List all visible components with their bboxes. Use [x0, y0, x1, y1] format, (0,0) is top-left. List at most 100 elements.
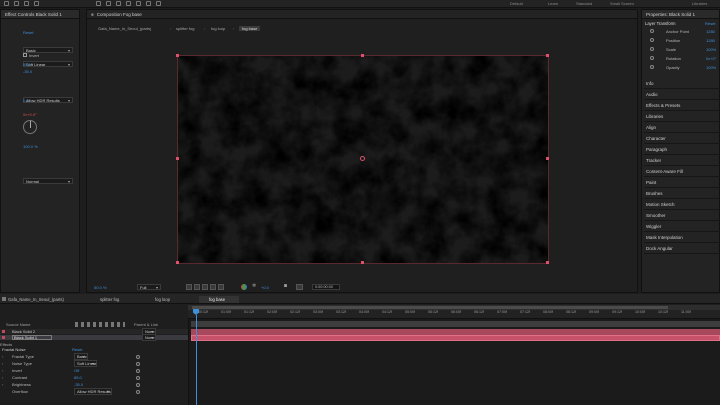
opacity-value[interactable]: 100.0 %	[23, 144, 38, 149]
transform-handle[interactable]	[546, 157, 549, 160]
prop-value[interactable]: Off	[74, 368, 79, 373]
transform-reset-link[interactable]: Reset	[705, 21, 715, 26]
grid-guides-icon[interactable]	[210, 284, 216, 290]
timeline-tab-main[interactable]: Gafa_Name_In_Seoul_(parts)	[8, 297, 64, 302]
label-color-icon[interactable]	[2, 336, 5, 339]
brush-tool-icon[interactable]	[116, 1, 121, 6]
link-icon[interactable]	[136, 390, 140, 394]
layer-name[interactable]: Black Solid 2	[12, 329, 35, 334]
panel-motion-sketch[interactable]: Motion Sketch	[644, 199, 720, 210]
chevron-right-icon[interactable]: ›	[2, 361, 3, 366]
timeline-tab-fog-base[interactable]: fog base	[209, 297, 225, 302]
effect-controls-tab[interactable]: Effect Controls Black Solid 1	[1, 10, 79, 19]
panel-smoother[interactable]: Smoother	[644, 210, 720, 221]
link-icon[interactable]	[136, 362, 140, 366]
breadcrumb-fog-base[interactable]: fog base	[239, 26, 261, 31]
stopwatch-icon[interactable]	[650, 56, 654, 60]
chevron-right-icon[interactable]: ›	[2, 368, 3, 373]
transparency-grid-icon[interactable]	[194, 284, 200, 290]
color-channel-icon[interactable]	[241, 284, 247, 290]
panel-character[interactable]: Character	[644, 133, 720, 144]
properties-tab[interactable]: Properties: Black Solid 1	[642, 10, 719, 19]
panel-info[interactable]: Info	[644, 78, 720, 89]
chevron-right-icon[interactable]: ›	[2, 382, 3, 387]
scale-value[interactable]: 0.3	[23, 98, 29, 103]
prop-value[interactable]: 85.0	[74, 375, 82, 380]
puppet-tool-icon[interactable]	[156, 1, 161, 6]
panel-tracker[interactable]: Tracker	[644, 155, 720, 166]
workspace-standard[interactable]: Standard	[576, 1, 592, 6]
breadcrumb-main-comp[interactable]: Gafa_Name_In_Seoul_(parts)	[98, 26, 151, 31]
transform-handle[interactable]	[546, 54, 549, 57]
text-tool-icon[interactable]	[106, 1, 111, 6]
parent-dropdown[interactable]: None	[142, 334, 156, 341]
transform-handle[interactable]	[176, 261, 179, 264]
scale-value[interactable]: 100%	[706, 47, 716, 52]
work-area-range[interactable]	[192, 306, 668, 309]
chevron-right-icon[interactable]: ›	[2, 375, 3, 380]
stopwatch-icon[interactable]	[650, 29, 654, 33]
hand-tool-icon[interactable]	[24, 1, 29, 6]
stopwatch-icon[interactable]	[650, 65, 654, 69]
label-color-icon[interactable]	[2, 330, 5, 333]
playhead-line[interactable]	[195, 315, 197, 405]
layer-bar-black-solid-1[interactable]	[191, 335, 720, 341]
eraser-tool-icon[interactable]	[136, 1, 141, 6]
anchor-point-icon[interactable]	[360, 156, 365, 161]
opacity-value[interactable]: 100%	[706, 65, 716, 70]
panel-mask-interpolation[interactable]: Mask Interpolation	[644, 232, 720, 243]
timeline-tab-splitter-fog[interactable]: splitter fog	[100, 297, 119, 302]
transform-handle[interactable]	[176, 54, 179, 57]
chevron-right-icon[interactable]: ›	[2, 354, 3, 359]
panel-audio[interactable]: Audio	[644, 89, 720, 100]
blending-mode-dropdown[interactable]: Normal	[23, 178, 73, 184]
workspace-learn[interactable]: Learn	[548, 1, 558, 6]
exposure-icon[interactable]: ✲	[252, 283, 256, 289]
anchor-point-value[interactable]: 1280	[706, 29, 715, 34]
snapshot-icon[interactable]: ◙	[284, 283, 287, 289]
zoom-tool-icon[interactable]	[34, 1, 39, 6]
workspace-default[interactable]: Default	[510, 1, 523, 6]
layer-switches-icon[interactable]	[75, 322, 125, 327]
rotation-value[interactable]: 0x+0°	[706, 56, 716, 61]
show-snapshot-icon[interactable]	[296, 284, 303, 290]
home-icon[interactable]	[4, 1, 9, 6]
panel-paragraph[interactable]: Paragraph	[644, 144, 720, 155]
transform-handle[interactable]	[361, 54, 364, 57]
prop-dropdown[interactable]: Basic	[74, 353, 88, 360]
link-icon[interactable]	[136, 376, 140, 380]
effect-reset-link[interactable]: Reset	[23, 30, 33, 35]
pen-tool-icon[interactable]	[96, 1, 101, 6]
roto-tool-icon[interactable]	[146, 1, 151, 6]
breadcrumb-fog-loop[interactable]: fog loop	[211, 26, 225, 31]
stopwatch-icon[interactable]	[650, 38, 654, 42]
mask-visibility-icon[interactable]	[202, 284, 208, 290]
panel-wiggler[interactable]: Wiggler	[644, 221, 720, 232]
brightness-value[interactable]: -35.0	[23, 69, 32, 74]
zoom-level[interactable]: 50.0 %	[94, 285, 106, 290]
stopwatch-icon[interactable]	[650, 47, 654, 51]
rotation-value[interactable]: 0x+0.0°	[23, 112, 37, 117]
resolution-dropdown[interactable]: Full	[137, 284, 161, 290]
panel-dock-angular[interactable]: Dock Angular	[644, 243, 720, 254]
panel-libraries[interactable]: Libraries	[644, 111, 720, 122]
position-value[interactable]: 1280	[706, 38, 715, 43]
invert-checkbox[interactable]	[23, 53, 27, 57]
transform-handle[interactable]	[176, 157, 179, 160]
panel-align[interactable]: Align	[644, 122, 720, 133]
panel-effects-presets[interactable]: Effects & Presets	[644, 100, 720, 111]
workspace-libraries[interactable]: Libraries	[692, 1, 707, 6]
panel-brushes[interactable]: Brushes	[644, 188, 720, 199]
link-icon[interactable]	[136, 355, 140, 359]
clone-tool-icon[interactable]	[126, 1, 131, 6]
channel-icon[interactable]	[218, 284, 224, 290]
layer-name[interactable]: Black Solid 1	[12, 335, 52, 340]
overflow-dropdown[interactable]: Allow HDR Results	[23, 97, 73, 103]
prop-dropdown[interactable]: Allow HDR Results	[74, 388, 112, 395]
timeline-tab-fog-loop[interactable]: fog loop	[155, 297, 170, 302]
current-time-field[interactable]: 0:00:00:00	[312, 284, 340, 290]
contrast-value[interactable]: 85.0	[23, 62, 31, 67]
fractal-noise-reset[interactable]: Reset	[72, 347, 82, 352]
breadcrumb-splitter-fog[interactable]: splitter fog	[176, 26, 194, 31]
link-icon[interactable]	[136, 383, 140, 387]
